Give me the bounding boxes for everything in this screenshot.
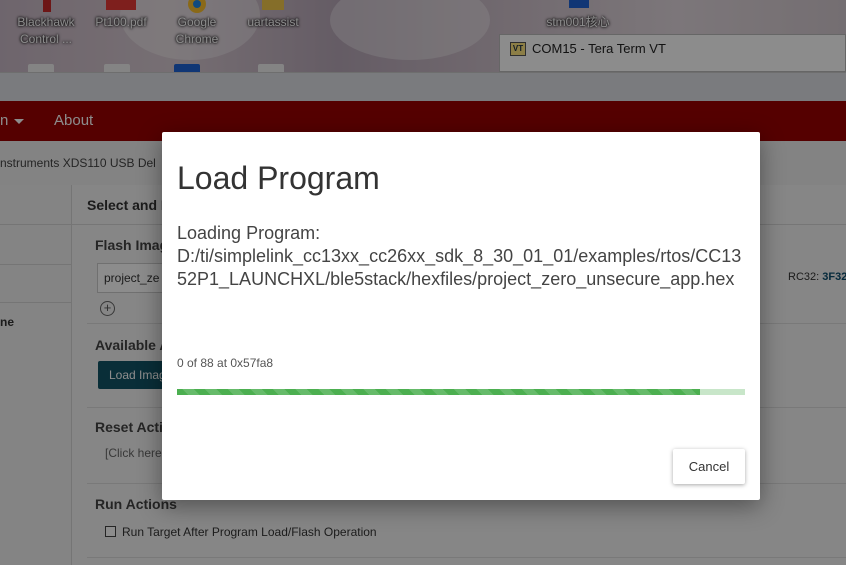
dialog-title: Load Program [177,160,380,196]
progress-status: 0 of 88 at 0x57fa8 [177,356,274,370]
cancel-button[interactable]: Cancel [673,449,745,484]
loading-message: Loading Program: D:/ti/simplelink_cc13xx… [177,223,742,289]
progress-bar [177,389,745,395]
load-program-dialog: Load Program Loading Program: D:/ti/simp… [162,132,760,500]
progress-bar-fill [177,389,700,395]
